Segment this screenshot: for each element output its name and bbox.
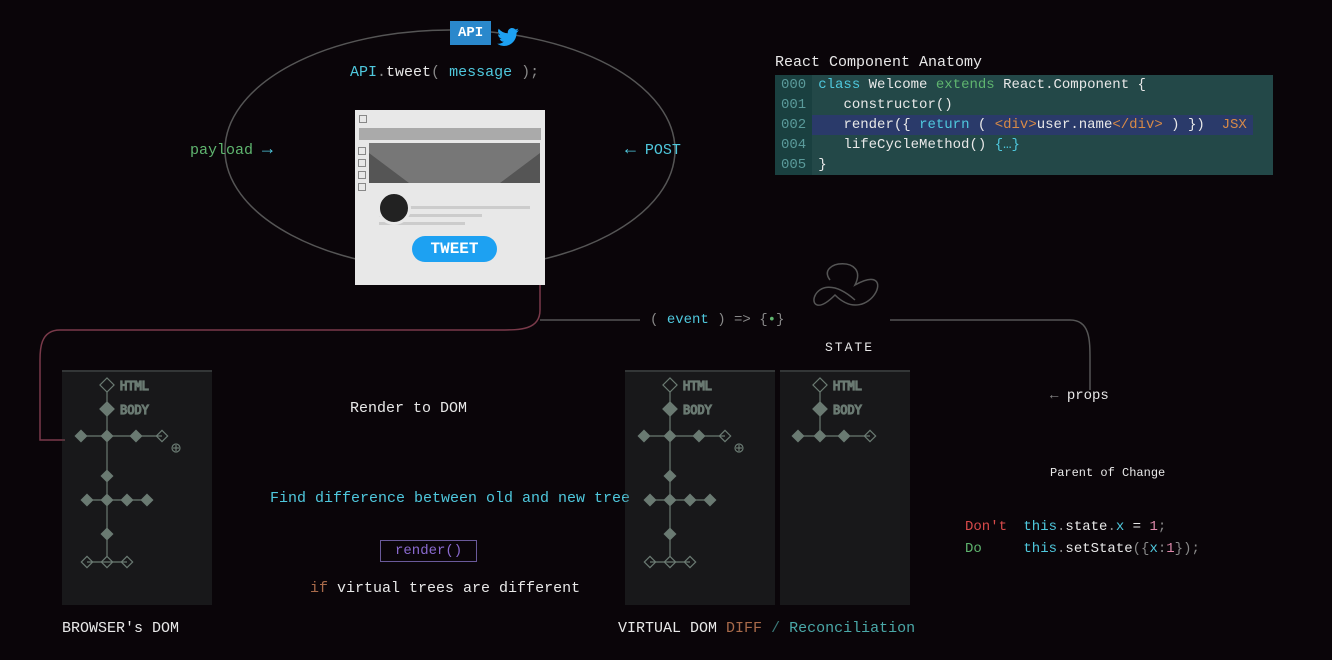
avatar [377, 191, 411, 225]
code-line: class Welcome extends React.Component { [812, 75, 1253, 95]
props-label: ← props [1050, 388, 1109, 404]
virtual-dom-box-old: HTML BODY [625, 370, 775, 605]
state-label: STATE [825, 340, 874, 355]
svg-text:HTML: HTML [833, 379, 862, 393]
render-to-dom-label: Render to DOM [350, 400, 467, 417]
sidebar-box-icon [358, 183, 366, 191]
if-condition-label: if virtual trees are different [310, 580, 580, 597]
tweet-button[interactable]: TWEET [412, 236, 496, 262]
twitter-bird-icon [497, 28, 519, 51]
sidebar-box-icon [358, 171, 366, 179]
payload-label: payload → [190, 140, 273, 160]
browser-url-bar [359, 128, 541, 140]
code-line: constructor() [812, 95, 1253, 115]
browser-dom-label: BROWSER's DOM [62, 620, 179, 637]
code-line-highlighted: render({ return ( <div>user.name</div> )… [812, 115, 1253, 135]
svg-text:BODY: BODY [120, 403, 150, 417]
anatomy-code-panel: 000 001 002 004 005 class Welcome extend… [775, 75, 1265, 175]
parent-of-change-label: Parent of Change [1050, 466, 1165, 480]
code-line: } [812, 155, 1253, 175]
diff-description: Find difference between old and new tree [270, 490, 630, 507]
api-call-code: API.tweet( message ); [350, 64, 539, 81]
anatomy-title: React Component Anatomy [775, 54, 982, 71]
window-control-icon [359, 115, 367, 123]
svg-text:BODY: BODY [683, 403, 713, 417]
api-badge: API [450, 21, 491, 45]
state-rules-block: Don't this.state.x = 1; Do this.setState… [965, 516, 1200, 560]
browser-window: TWEET [355, 110, 545, 285]
sidebar-box-icon [358, 147, 366, 155]
code-line: lifeCycleMethod() {…} [812, 135, 1253, 155]
hero-image [369, 143, 540, 183]
browser-titlebar [355, 110, 545, 128]
code-gutter: 000 001 002 004 005 [775, 75, 812, 175]
svg-text:BODY: BODY [833, 403, 863, 417]
event-handler-label: ( event ) => {•} [650, 312, 784, 328]
virtual-dom-box-new: HTML BODY [780, 370, 910, 605]
browser-dom-box: HTML BODY [62, 370, 212, 605]
svg-text:HTML: HTML [683, 379, 712, 393]
sidebar-box-icon [358, 159, 366, 167]
virtual-dom-label: VIRTUAL DOM DIFF / Reconciliation [618, 620, 915, 637]
post-label: ← POST [625, 140, 681, 160]
render-pill: render() [380, 540, 477, 562]
svg-text:HTML: HTML [120, 379, 149, 393]
